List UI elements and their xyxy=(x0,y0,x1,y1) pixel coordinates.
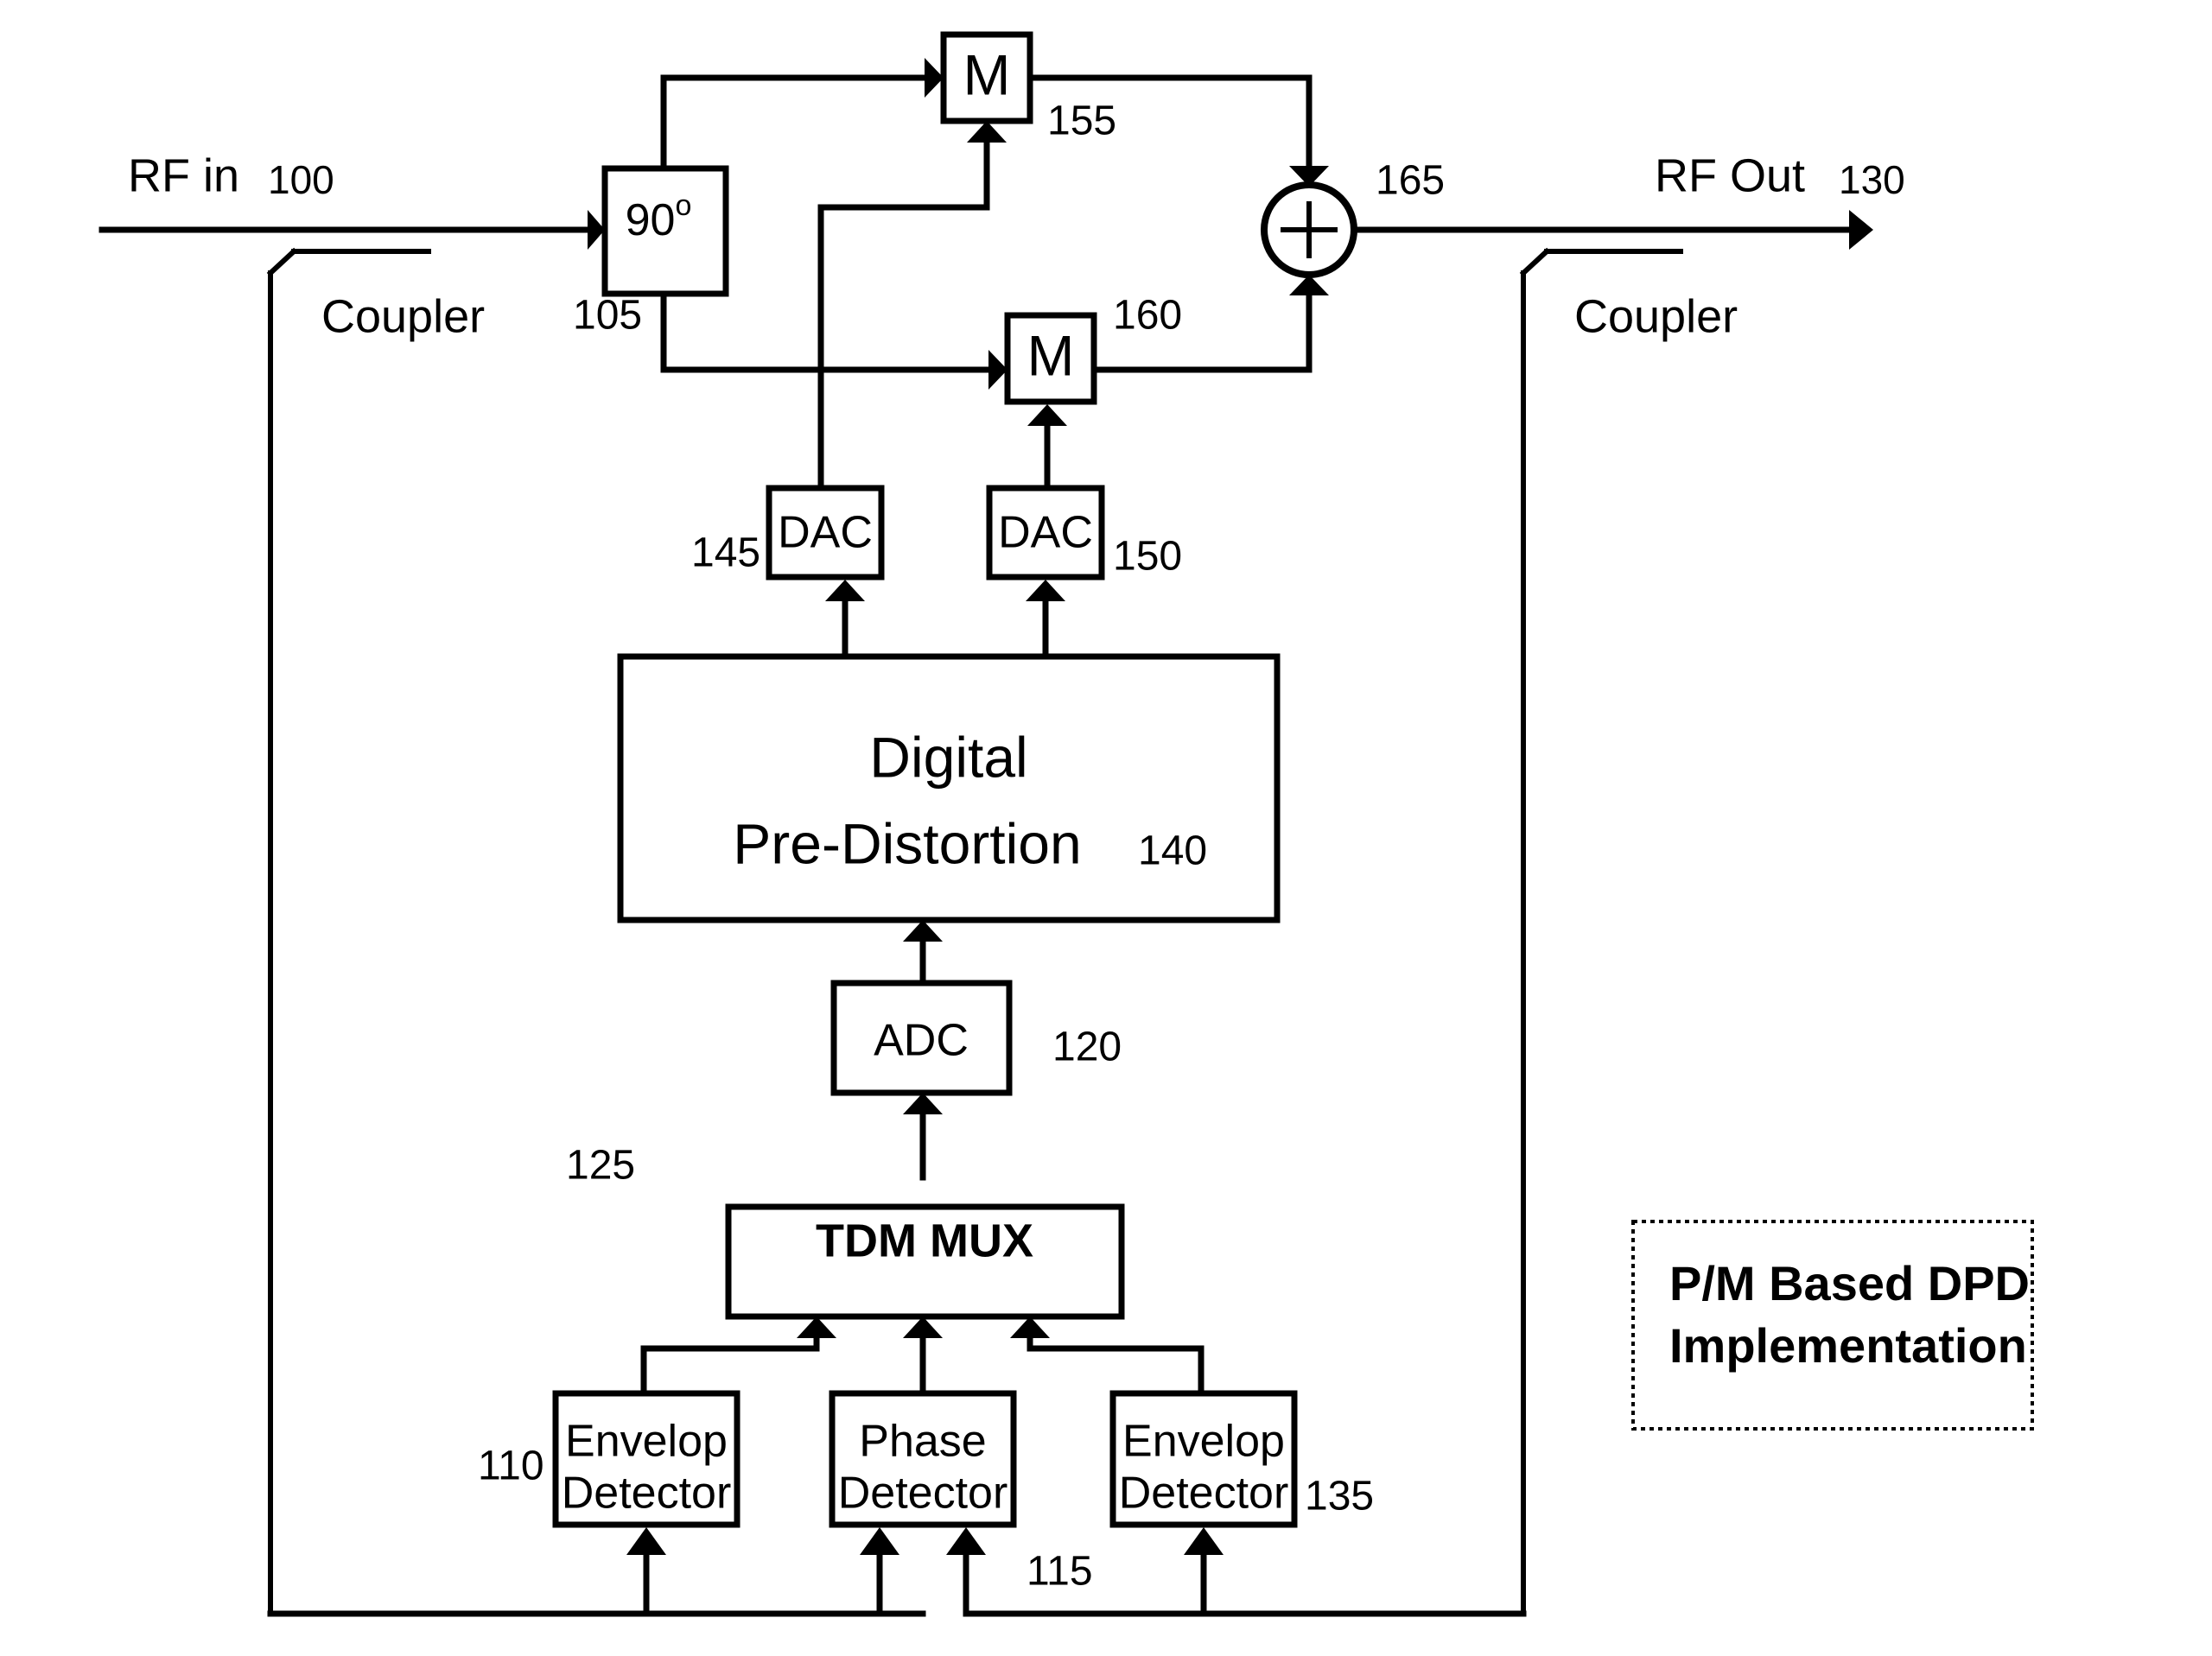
dac-right-ref: 150 xyxy=(1113,534,1182,580)
dpd-label-line2: Pre-Distortion xyxy=(733,811,1081,875)
adc-ref: 120 xyxy=(1052,1025,1122,1070)
dpd-label-line1: Digital xyxy=(869,725,1027,789)
wire-phasedet-to-mux xyxy=(903,1317,943,1397)
envelope-detector-right-label-line2: Detector xyxy=(1119,1469,1289,1519)
wire-dpd-to-dac-left xyxy=(825,580,865,660)
rf-in-label: RF in xyxy=(128,149,239,201)
rf-output-path xyxy=(1351,210,1873,250)
summer-block xyxy=(1261,181,1357,278)
input-coupler-symbol xyxy=(266,247,431,1616)
envelope-detector-right-label-line1: Envelop xyxy=(1122,1417,1285,1467)
wire-mux-to-adc xyxy=(903,1093,943,1181)
rf-input-path xyxy=(99,210,605,250)
wire-bus-to-envdet-left xyxy=(626,1527,666,1617)
mixer-bottom-ref: 160 xyxy=(1113,293,1182,339)
wire-bus-to-phasedet-in2 xyxy=(946,1527,986,1617)
envelope-detector-left-ref: 110 xyxy=(478,1443,544,1489)
mixer-top-label: M xyxy=(963,42,1011,106)
wire-dac-left-to-mixer-top xyxy=(817,121,1007,492)
rf-out-label: RF Out xyxy=(1655,149,1805,201)
envelope-detector-left-label-line2: Detector xyxy=(562,1469,732,1519)
output-coupler-label: Coupler xyxy=(1574,290,1738,342)
wire-adc-to-dpd xyxy=(903,920,943,987)
schematic-svg: 90o 105 M 155 M 160 165 DAC 145 DAC 150 … xyxy=(99,31,2034,1617)
tdm-mux-ref: 125 xyxy=(566,1143,635,1189)
rf-in-ref: 100 xyxy=(268,157,334,202)
mixer-top-ref: 155 xyxy=(1047,98,1116,144)
dac-right-label: DAC xyxy=(998,508,1093,558)
wire-bus-to-envdet-right xyxy=(1184,1527,1224,1617)
wire-hybrid-to-mixer-bottom xyxy=(660,290,1007,390)
envelope-detector-left-label-line1: Envelop xyxy=(565,1417,728,1467)
wire-dpd-to-dac-right xyxy=(1026,580,1065,660)
dac-left-ref: 145 xyxy=(691,530,760,576)
wire-envdet-left-to-mux xyxy=(640,1317,836,1399)
input-coupler-label: Coupler xyxy=(321,290,485,342)
adc-label: ADC xyxy=(874,1016,969,1066)
dpd-ref: 140 xyxy=(1138,828,1207,874)
summer-ref: 165 xyxy=(1376,158,1445,204)
phase-detector-label-line1: Phase xyxy=(859,1417,986,1467)
rf-out-ref: 130 xyxy=(1839,157,1905,202)
tdm-mux-label: TDM MUX xyxy=(816,1215,1033,1266)
hybrid-90-ref: 105 xyxy=(573,293,642,339)
wire-envdet-right-to-mux xyxy=(1010,1317,1205,1397)
phase-detector-ref: 115 xyxy=(1027,1549,1093,1595)
caption-line-2: Implementation xyxy=(1669,1318,2027,1373)
mixer-bottom-label: M xyxy=(1027,323,1075,387)
wire-dac-right-to-mixer-bottom xyxy=(1027,404,1067,492)
wire-bus-to-phasedet-in1 xyxy=(860,1527,899,1617)
envelope-detector-right-ref: 135 xyxy=(1305,1474,1374,1520)
dac-left-label: DAC xyxy=(778,508,873,558)
block-diagram-canvas: 90o 105 M 155 M 160 165 DAC 145 DAC 150 … xyxy=(0,0,2212,1656)
wire-hybrid-to-mixer-top xyxy=(660,58,944,172)
phase-detector-label-line2: Detector xyxy=(838,1469,1008,1519)
caption-line-1: P/M Based DPD xyxy=(1669,1256,2030,1310)
